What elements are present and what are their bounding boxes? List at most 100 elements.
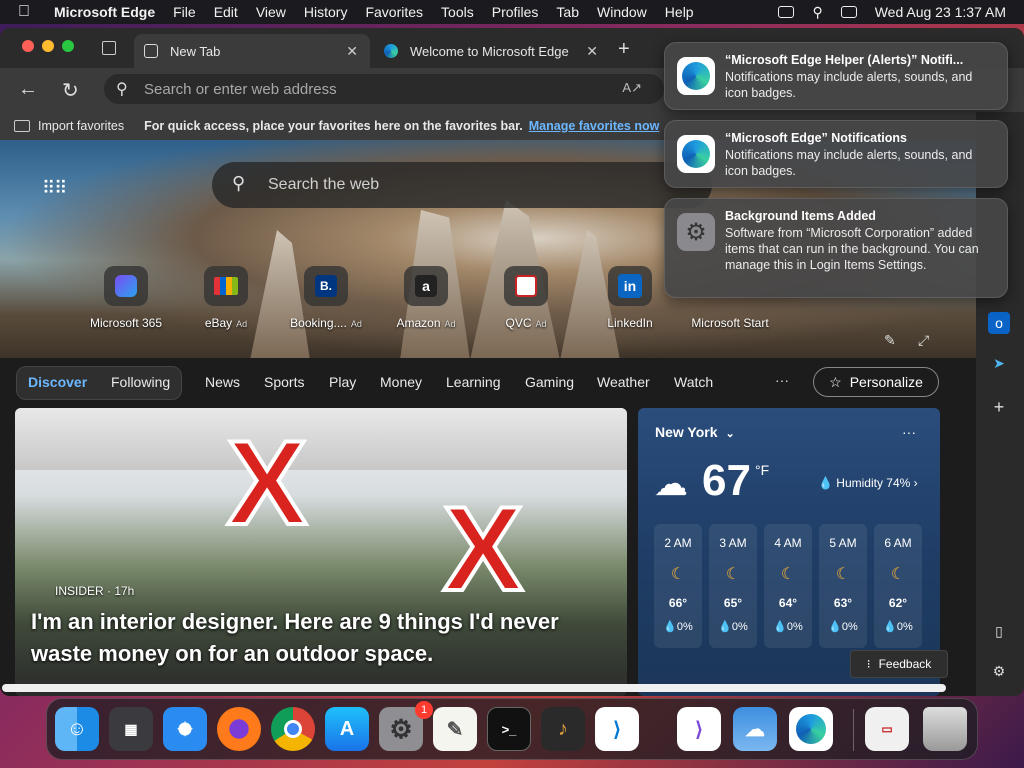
droplet-icon: 💧 — [663, 621, 677, 633]
quicklink-qvc[interactable]: QVC Ad — [480, 266, 572, 330]
hour-temp: 66° — [668, 596, 688, 610]
feed-tab-learning[interactable]: Learning — [446, 374, 501, 390]
forecast-hour[interactable]: 2 AM ☾ 66° 💧0% — [654, 524, 702, 648]
humidity-value: Humidity 74% — [836, 476, 911, 490]
menu-window[interactable]: Window — [597, 4, 647, 20]
address-placeholder: Search or enter web address — [144, 80, 337, 98]
refresh-icon[interactable]: ↻ — [62, 78, 79, 103]
hour-time: 5 AM — [829, 536, 857, 550]
notification-title: “Microsoft Edge” Notifications — [725, 131, 907, 145]
droplet-icon: 💧 — [883, 621, 897, 633]
weather-app-icon[interactable]: ☁ — [733, 707, 777, 751]
feed-tab-money[interactable]: Money — [380, 374, 422, 390]
feed-tab-discover[interactable]: Discover — [28, 374, 87, 390]
spotlight-search-icon[interactable]: ⚲ — [812, 4, 822, 21]
manage-favorites-link[interactable]: Manage favorites now — [529, 119, 660, 133]
feedback-button[interactable]: ⁝ Feedback — [850, 650, 948, 678]
outlook-icon[interactable]: o — [988, 312, 1010, 334]
launchpad-icon[interactable]: ▦ — [109, 707, 153, 751]
preview-icon[interactable]: ▭ — [865, 707, 909, 751]
notification-background-items[interactable]: ⚙ Background Items Added Software from “… — [664, 198, 1008, 298]
featured-story-card[interactable]: X X INSIDER · 17h I'm an interior design… — [15, 408, 627, 696]
menu-edit[interactable]: Edit — [214, 4, 238, 20]
close-window-button[interactable] — [22, 40, 34, 52]
microsoft-edge-icon[interactable] — [789, 707, 833, 751]
menu-help[interactable]: Help — [665, 4, 694, 20]
sidebar-toggle-icon[interactable]: ▯ — [988, 620, 1010, 642]
menubar-clock[interactable]: Wed Aug 23 1:37 AM — [875, 4, 1006, 20]
back-arrow-icon[interactable]: ← — [18, 78, 38, 101]
vscode-icon[interactable]: ⟩ — [595, 707, 639, 751]
apple-icon[interactable]:  — [18, 3, 40, 21]
menu-favorites[interactable]: Favorites — [365, 4, 423, 20]
screen-mirroring-icon[interactable] — [778, 6, 795, 18]
import-favorites-button[interactable]: Import favorites — [38, 119, 124, 133]
hour-time: 4 AM — [774, 536, 802, 550]
story-image — [15, 408, 627, 470]
feed-tab-watch[interactable]: Watch — [674, 374, 713, 390]
quicklink-booking[interactable]: B. Booking.... Ad — [280, 266, 372, 330]
tab-actions-icon[interactable] — [102, 41, 116, 55]
horizontal-scrollbar[interactable] — [2, 684, 946, 692]
notification-edge-helper[interactable]: “Microsoft Edge Helper (Alerts)” Notifi.… — [664, 42, 1008, 110]
app-store-icon[interactable]: A — [325, 707, 369, 751]
tab-welcome[interactable]: Welcome to Microsoft Edge ✕ — [374, 34, 610, 68]
firefox-icon[interactable] — [217, 707, 261, 751]
chrome-icon[interactable] — [271, 707, 315, 751]
more-icon[interactable]: ··· — [775, 372, 789, 388]
weather-humidity[interactable]: 💧 Humidity 74% › — [818, 476, 918, 490]
menu-profiles[interactable]: Profiles — [492, 4, 539, 20]
menu-tab[interactable]: Tab — [556, 4, 579, 20]
zoom-window-button[interactable] — [62, 40, 74, 52]
close-tab-icon[interactable]: ✕ — [586, 43, 598, 60]
quicklink-amazon[interactable]: a Amazon Ad — [380, 266, 472, 330]
visual-studio-icon[interactable]: ⟩ — [677, 707, 721, 751]
more-icon[interactable]: ··· — [902, 424, 916, 440]
send-icon[interactable]: ➤ — [988, 352, 1010, 374]
menu-tools[interactable]: Tools — [441, 4, 474, 20]
background-settings-icon[interactable]: ✎ — [884, 332, 896, 349]
web-search-box[interactable]: ⚲ Search the web — [212, 162, 712, 208]
forecast-hour[interactable]: 4 AM ☾ 64° 💧0% — [764, 524, 812, 648]
personalize-button[interactable]: ☆ Personalize — [813, 367, 939, 397]
add-icon[interactable]: + — [988, 396, 1010, 418]
trash-icon[interactable] — [923, 707, 967, 751]
partly-cloudy-night-icon: ☁ — [654, 465, 688, 503]
feed-tab-sports[interactable]: Sports — [264, 374, 304, 390]
feed-tab-weather[interactable]: Weather — [597, 374, 650, 390]
minimize-window-button[interactable] — [42, 40, 54, 52]
read-aloud-icon[interactable]: A↗ — [622, 80, 642, 96]
notification-edge[interactable]: “Microsoft Edge” Notifications Notificat… — [664, 120, 1008, 188]
expand-icon[interactable]: ⤢ — [918, 332, 929, 349]
gear-icon[interactable]: ⚙ — [988, 660, 1010, 682]
close-tab-icon[interactable]: ✕ — [346, 43, 358, 60]
new-tab-button[interactable]: + — [618, 38, 630, 61]
menu-file[interactable]: File — [173, 4, 196, 20]
quicklink-microsoft-365[interactable]: Microsoft 365 — [80, 266, 172, 330]
menu-app-name[interactable]: Microsoft Edge — [54, 4, 155, 20]
tab-new-tab[interactable]: New Tab ✕ — [134, 34, 370, 68]
feed-tab-play[interactable]: Play — [329, 374, 356, 390]
forecast-hour[interactable]: 6 AM ☾ 62° 💧0% — [874, 524, 922, 648]
forecast-hour[interactable]: 5 AM ☾ 63° 💧0% — [819, 524, 867, 648]
quicklink-ebay[interactable]: eBay Ad — [180, 266, 272, 330]
feed-tab-following[interactable]: Following — [111, 374, 170, 390]
finder-icon[interactable]: ☺ — [55, 707, 99, 751]
feed-tab-news[interactable]: News — [205, 374, 240, 390]
weather-location[interactable]: New York ⌄ — [655, 424, 735, 440]
feed-tab-gaming[interactable]: Gaming — [525, 374, 574, 390]
hour-temp: 65° — [723, 596, 743, 610]
app-launcher-icon[interactable]: ⠿⠿ — [42, 178, 67, 199]
droplet-icon: 💧 — [828, 621, 842, 633]
control-center-icon[interactable] — [840, 6, 857, 18]
address-input[interactable]: ⚲ Search or enter web address A↗ — [104, 74, 664, 104]
menu-history[interactable]: History — [304, 4, 348, 20]
textedit-icon[interactable]: ✎ — [433, 707, 477, 751]
forecast-hour[interactable]: 3 AM ☾ 65° 💧0% — [709, 524, 757, 648]
garageband-icon[interactable]: ♪ — [541, 707, 585, 751]
story-headline[interactable]: I'm an interior designer. Here are 9 thi… — [31, 606, 621, 670]
safari-icon[interactable]: ✦ — [163, 707, 207, 751]
menu-view[interactable]: View — [256, 4, 286, 20]
terminal-icon[interactable]: >_ — [487, 707, 531, 751]
quicklink-linkedin[interactable]: in LinkedIn — [584, 266, 676, 330]
